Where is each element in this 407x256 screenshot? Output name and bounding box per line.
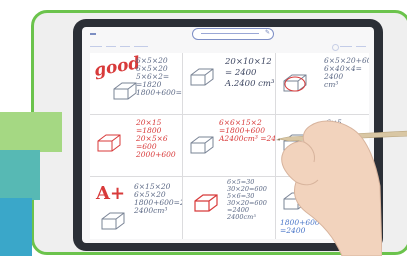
decor-stripe-light-green xyxy=(0,112,62,152)
worksheet-cell[interactable]: 20×15 =1800 20×5×6 =600 2000+600 xyxy=(90,115,183,177)
toolbar-item[interactable] xyxy=(106,46,116,48)
prism-drawing xyxy=(193,193,219,215)
prism-drawing xyxy=(189,135,215,157)
grade-good: good xyxy=(92,53,142,81)
toolbar-item[interactable] xyxy=(340,46,352,48)
cell-work: 6×5=30 30×20=600 5×6=30 30×20=600 =2400 … xyxy=(227,178,267,221)
cell-work: 6×5×20 6×5×20 5×6×2= =1820 1800+600=2400 xyxy=(136,56,182,97)
worksheet-cell[interactable]: 20×10×12 = 2400 A.2400 cm³ xyxy=(183,53,276,115)
worksheet-cell[interactable]: good 6×5×20 6×5×20 5×6×2= =1820 1800+600… xyxy=(90,53,183,115)
cell-work: 20×10×12 = 2400 A.2400 cm³ xyxy=(225,57,275,89)
decor-stripe-teal xyxy=(0,150,40,200)
worksheet-cell[interactable]: 6×6×15×2 =1800+600 A2400cm³ =2400 xyxy=(183,115,276,177)
toolbar-item[interactable] xyxy=(120,46,130,48)
toolbar-item[interactable] xyxy=(356,46,366,48)
toolbar-item[interactable] xyxy=(134,46,148,48)
sub-toolbar xyxy=(82,43,374,51)
worksheet-cell[interactable]: A+ 6×15×20 6×5×20 1800+600=2400 2400cm³ xyxy=(90,177,183,239)
search-bar[interactable]: ✎ xyxy=(192,28,274,40)
grade-a-plus: A+ xyxy=(96,183,126,204)
toolbar-item[interactable] xyxy=(90,46,102,48)
prism-drawing xyxy=(96,133,122,155)
prism-drawing xyxy=(100,211,126,233)
cell-work: 6×6×15×2 =1800+600 A2400cm³ =2400 xyxy=(219,118,276,143)
app-toolbar: ✎ xyxy=(82,27,374,43)
worksheet-cell[interactable]: 6×5=30 30×20=600 5×6=30 30×20=600 =2400 … xyxy=(183,177,276,239)
hand-holding-pen xyxy=(281,120,382,256)
prism-drawing xyxy=(282,73,308,95)
cell-work: 20×15 =1800 20×5×6 =600 2000+600 xyxy=(136,118,176,159)
menu-icon[interactable] xyxy=(90,33,96,35)
pen-icon[interactable]: ✎ xyxy=(265,30,270,37)
cell-work: 6×5×20+600 6×40×4= 2400 cm³ xyxy=(324,56,369,89)
prism-drawing xyxy=(189,67,215,89)
option-radio-icon[interactable] xyxy=(332,44,339,51)
cell-work: 6×15×20 6×5×20 1800+600=2400 2400cm³ xyxy=(134,182,182,215)
worksheet-cell[interactable]: 6×5×20+600 6×40×4= 2400 cm³ xyxy=(276,53,369,115)
prism-drawing xyxy=(112,81,138,103)
decor-stripe-blue xyxy=(0,198,32,256)
